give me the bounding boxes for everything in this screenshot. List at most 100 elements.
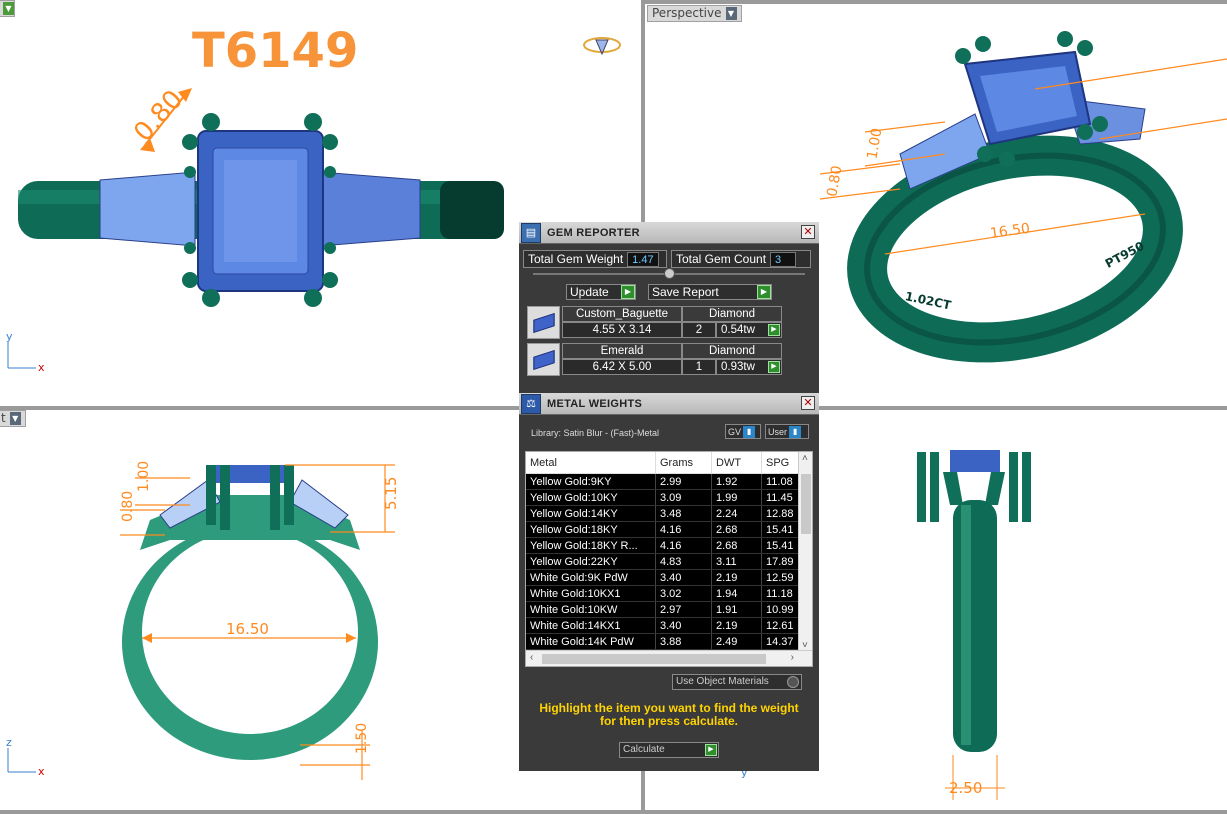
- front-dim-b: 0.80: [120, 491, 136, 522]
- toggle-icon: ▮: [789, 425, 802, 438]
- front-dim-inner: 16.50: [226, 620, 269, 638]
- play-icon: ▶: [621, 285, 635, 299]
- table-row[interactable]: Yellow Gold:18KY R... 4.16 2.68 15.41: [526, 538, 812, 554]
- table-cell: Yellow Gold:14KY: [526, 506, 656, 521]
- save-report-button[interactable]: Save Report ▶: [648, 284, 772, 300]
- table-cell: 15.41: [762, 538, 802, 553]
- vertical-scrollbar[interactable]: ˄ ˅: [798, 452, 812, 652]
- scrollbar-thumb[interactable]: [542, 654, 766, 664]
- library-label: Library: Satin Blur - (Fast)-Metal: [531, 428, 660, 438]
- column-header[interactable]: Grams: [656, 452, 712, 474]
- table-row[interactable]: Yellow Gold:18KY 4.16 2.68 15.41: [526, 522, 812, 538]
- persp-dim-b: 0.80: [824, 164, 845, 197]
- gem-thumbnail: [527, 343, 560, 376]
- update-button-label: Update: [570, 285, 609, 299]
- column-header[interactable]: DWT: [712, 452, 762, 474]
- gem-reporter-header[interactable]: ▤ GEM REPORTER ✕: [519, 222, 819, 244]
- table-cell: 3.40: [656, 618, 712, 633]
- table-cell: 3.09: [656, 490, 712, 505]
- table-cell: White Gold:10KW: [526, 602, 656, 617]
- play-icon[interactable]: ▶: [768, 361, 780, 373]
- gem-dims: 6.42 X 5.00: [562, 359, 682, 375]
- hint-line-2: for then press calculate.: [599, 714, 739, 728]
- front-dim-a: 1.00: [136, 461, 152, 492]
- toggle-icon: ▮: [743, 425, 756, 438]
- gem-list: Custom_Baguette 4.55 X 3.14 Diamond 2 0.…: [527, 306, 815, 376]
- table-cell: 11.08: [762, 474, 802, 489]
- horizontal-scrollbar[interactable]: ‹ ›: [526, 650, 812, 666]
- use-object-materials-toggle[interactable]: Use Object Materials: [672, 674, 802, 690]
- calculate-button-label: Calculate: [623, 744, 665, 755]
- scroll-right-icon[interactable]: ›: [791, 652, 794, 663]
- user-toggle[interactable]: User ▮: [765, 424, 809, 439]
- scale-icon: ⚖: [521, 393, 541, 414]
- table-cell: Yellow Gold:22KY: [526, 554, 656, 569]
- gem-name: Custom_Baguette: [562, 306, 682, 322]
- metal-weights-header[interactable]: ⚖ METAL WEIGHTS ✕: [519, 393, 819, 415]
- table-cell: 12.61: [762, 618, 802, 633]
- total-gem-count-label: Total Gem Count: [676, 252, 767, 266]
- table-row[interactable]: White Gold:9K PdW 3.40 2.19 12.59: [526, 570, 812, 586]
- calculate-button[interactable]: Calculate ▶: [619, 742, 719, 758]
- gem-weight-cell: 0.93tw ▶: [716, 359, 782, 375]
- gem-material: Diamond: [682, 343, 782, 359]
- column-header[interactable]: SPG: [762, 452, 802, 474]
- table-cell: 2.68: [712, 538, 762, 553]
- table-cell: 2.49: [712, 634, 762, 649]
- table-cell: 15.41: [762, 522, 802, 537]
- table-cell: White Gold:9K PdW: [526, 570, 656, 585]
- table-cell: 17.89: [762, 554, 802, 569]
- scrollbar-thumb[interactable]: [801, 474, 811, 534]
- gv-toggle[interactable]: GV ▮: [725, 424, 761, 439]
- scroll-up-icon[interactable]: ˄: [802, 453, 808, 464]
- table-cell: 2.68: [712, 522, 762, 537]
- table-cell: 2.19: [712, 618, 762, 633]
- play-icon: ▶: [757, 285, 771, 299]
- list-item[interactable]: Custom_Baguette 4.55 X 3.14 Diamond 2 0.…: [527, 306, 815, 339]
- close-icon[interactable]: ✕: [801, 225, 815, 239]
- persp-dim-size: 16.50: [989, 221, 1031, 242]
- table-header: Metal Grams DWT SPG: [526, 452, 812, 474]
- table-row[interactable]: White Gold:14KX1 3.40 2.19 12.61: [526, 618, 812, 634]
- close-icon[interactable]: ✕: [801, 396, 815, 410]
- app-window: ▼ 0.80 T6149 y x Perspective ▼ 16.50 1.0…: [0, 0, 1227, 814]
- table-cell: 1.94: [712, 586, 762, 601]
- play-icon: ▶: [705, 744, 717, 756]
- update-button[interactable]: Update ▶: [566, 284, 636, 300]
- table-row[interactable]: Yellow Gold:10KY 3.09 1.99 11.45: [526, 490, 812, 506]
- metal-table[interactable]: Metal Grams DWT SPG Yellow Gold:9KY 2.99 1…: [525, 451, 813, 667]
- splitter-handle[interactable]: [664, 268, 675, 279]
- column-header[interactable]: Metal: [526, 452, 656, 474]
- table-row[interactable]: Yellow Gold:9KY 2.99 1.92 11.08: [526, 474, 812, 490]
- save-report-button-label: Save Report: [652, 285, 719, 299]
- table-row[interactable]: White Gold:10KW 2.97 1.91 10.99: [526, 602, 812, 618]
- gem-dims: 4.55 X 3.14: [562, 322, 682, 338]
- baguette-gem-icon: [532, 312, 555, 333]
- metal-weights-panel: ⚖ METAL WEIGHTS ✕ Library: Satin Blur - …: [519, 393, 819, 771]
- play-icon[interactable]: ▶: [768, 324, 780, 336]
- scroll-left-icon[interactable]: ‹: [530, 652, 533, 663]
- table-row[interactable]: White Gold:10KX1 3.02 1.94 11.18: [526, 586, 812, 602]
- use-object-materials-label: Use Object Materials: [676, 676, 769, 687]
- table-cell: 1.91: [712, 602, 762, 617]
- table-cell: 3.40: [656, 570, 712, 585]
- table-cell: 11.18: [762, 586, 802, 601]
- gem-weight: 0.54tw: [721, 324, 755, 336]
- axis-z-label: z: [6, 736, 12, 749]
- table-cell: 10.99: [762, 602, 802, 617]
- right-dim-width: 2.50: [949, 779, 982, 797]
- table-cell: 4.16: [656, 522, 712, 537]
- gem-thumbnail: [527, 306, 560, 339]
- gem-count: 2: [682, 322, 716, 338]
- table-cell: 14.37: [762, 634, 802, 649]
- front-dim-band: 1.50: [354, 723, 370, 754]
- panel-divider: [533, 268, 805, 279]
- table-row[interactable]: Yellow Gold:22KY 4.83 3.11 17.89: [526, 554, 812, 570]
- list-item[interactable]: Emerald 6.42 X 5.00 Diamond 1 0.93tw ▶: [527, 343, 815, 376]
- table-cell: 12.59: [762, 570, 802, 585]
- table-cell: 12.88: [762, 506, 802, 521]
- table-row[interactable]: White Gold:14K PdW 3.88 2.49 14.37: [526, 634, 812, 650]
- table-row[interactable]: Yellow Gold:14KY 3.48 2.24 12.88: [526, 506, 812, 522]
- axis-y-label: y: [6, 330, 13, 343]
- table-cell: 1.99: [712, 490, 762, 505]
